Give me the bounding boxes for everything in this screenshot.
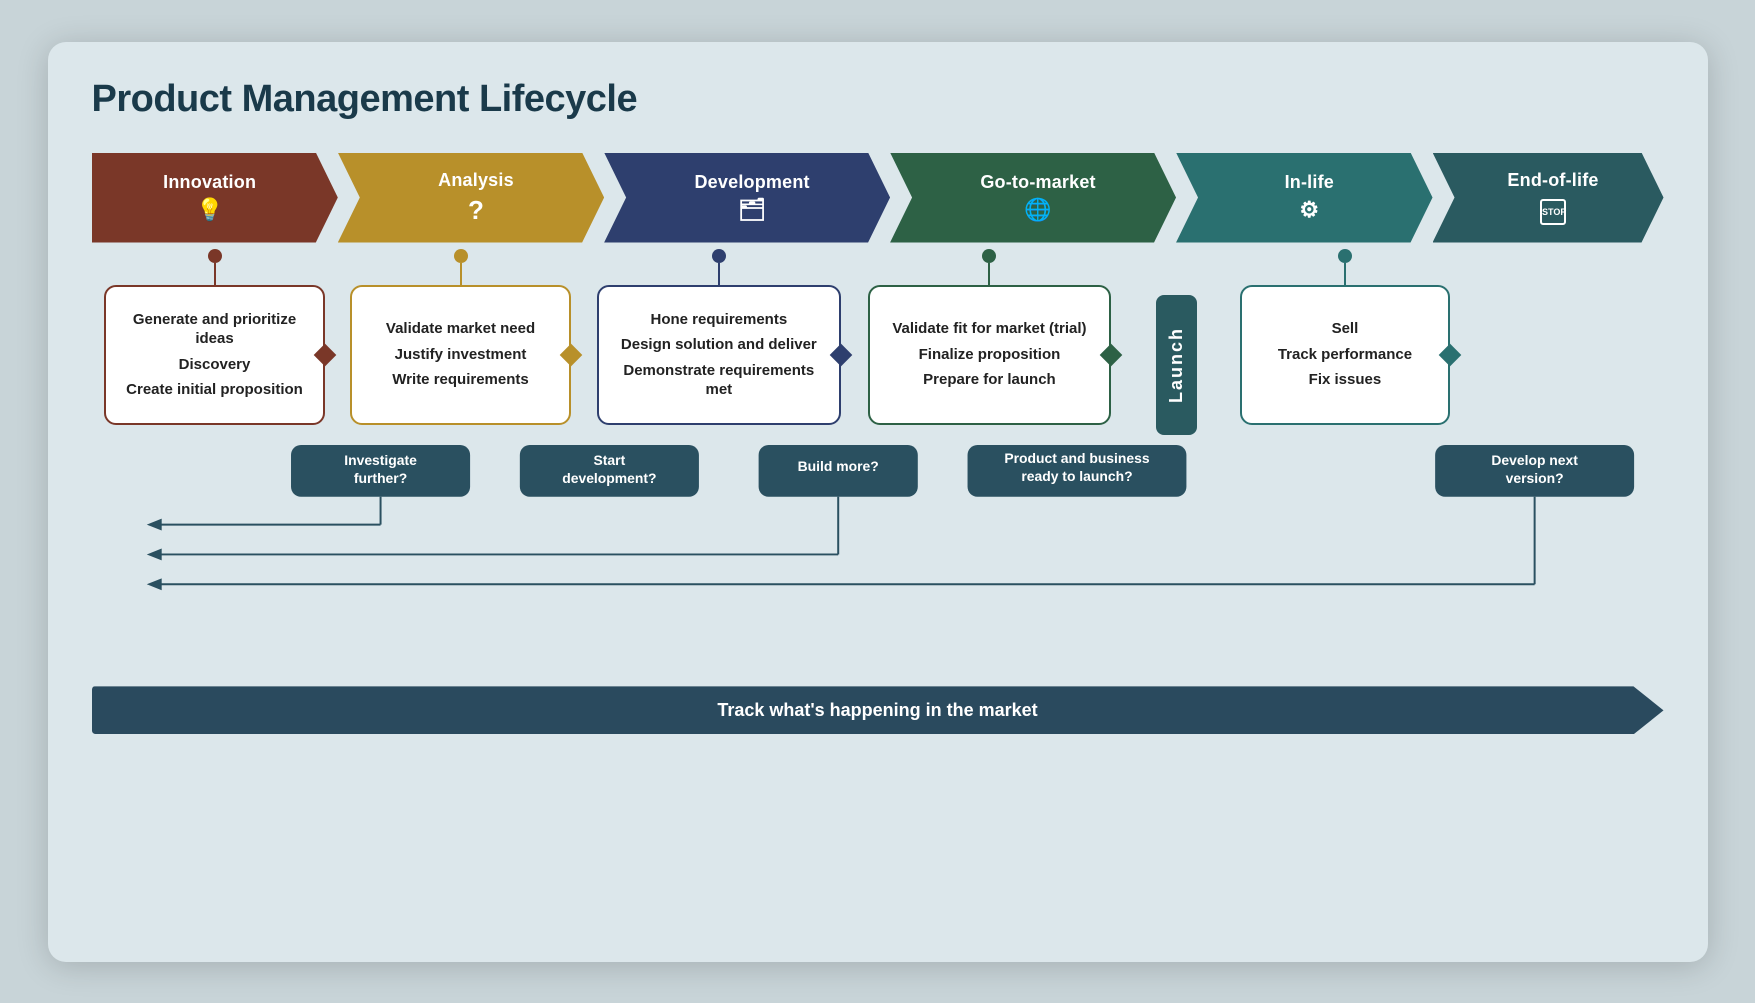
phase-box-gtm: Validate fit for market (trial) Finalize…: [868, 285, 1112, 425]
dev-item-2: Design solution and deliver: [621, 335, 817, 355]
arrow-inlife: In-life ⚙: [1176, 153, 1433, 243]
diagram-container: Product Management Lifecycle Innovation …: [48, 42, 1708, 962]
innovation-item-3: Create initial proposition: [126, 380, 303, 400]
development-icon: 🗂: [738, 197, 766, 223]
svg-text:Product and business: Product and business: [1004, 449, 1150, 465]
analysis-item-1: Validate market need: [386, 319, 535, 339]
gtm-line: [988, 263, 990, 285]
innovation-line: [214, 263, 216, 285]
svg-text:Develop next: Develop next: [1491, 451, 1578, 467]
arrow-innovation-label: Innovation: [163, 172, 256, 193]
innovation-connector: [208, 239, 222, 285]
analysis-dot: [454, 249, 468, 263]
phase-col-launch: Launch: [1125, 239, 1228, 435]
inlife-item-1: Sell: [1332, 319, 1359, 339]
arrow-analysis-label: Analysis: [438, 170, 514, 191]
arrow-development: Development 🗂: [604, 153, 890, 243]
inlife-icon: ⚙: [1299, 197, 1319, 223]
gtm-item-2: Finalize proposition: [919, 345, 1061, 365]
gtm-dot: [982, 249, 996, 263]
gtm-connector: [982, 239, 996, 285]
inlife-dot: [1338, 249, 1352, 263]
page-title: Product Management Lifecycle: [92, 78, 1664, 121]
analysis-connector: [454, 239, 468, 285]
phase-box-innovation: Generate and prioritize ideas Discovery …: [104, 285, 325, 425]
dev-item-3: Demonstrate requirements met: [615, 361, 823, 400]
phases-arrow-row: Innovation 💡 Analysis ? Development 🗂 Go…: [92, 153, 1664, 243]
innovation-dot: [208, 249, 222, 263]
gtm-icon: 🌐: [1024, 197, 1051, 223]
innovation-icon: 💡: [196, 197, 223, 223]
innovation-diamond: [314, 343, 337, 366]
track-market-row: Track what's happening in the market: [92, 686, 1664, 734]
svg-text:ready to launch?: ready to launch?: [1021, 467, 1132, 483]
development-connector: [712, 239, 726, 285]
phase-col-development: Hone requirements Design solution and de…: [584, 239, 855, 435]
analysis-item-3: Write requirements: [392, 370, 528, 390]
feedback-svg: Investigate further? Start development? …: [92, 445, 1664, 664]
development-dot: [712, 249, 726, 263]
phases-boxes-row: Generate and prioritize ideas Discovery …: [92, 239, 1664, 435]
phase-box-inlife: Sell Track performance Fix issues: [1240, 285, 1450, 425]
stop-icon: STOP: [1540, 199, 1566, 225]
analysis-line: [460, 263, 462, 285]
inlife-line: [1344, 263, 1346, 285]
development-line: [718, 263, 720, 285]
arrow-development-label: Development: [694, 172, 809, 193]
phase-col-innovation: Generate and prioritize ideas Discovery …: [92, 239, 338, 435]
inlife-item-3: Fix issues: [1309, 370, 1382, 390]
development-diamond: [829, 343, 852, 366]
phase-col-analysis: Validate market need Justify investment …: [338, 239, 584, 435]
arrow-eol: End-of-life STOP: [1433, 153, 1664, 243]
svg-text:Build more?: Build more?: [797, 457, 878, 473]
arrow-analysis: Analysis ?: [338, 153, 604, 243]
phase-col-eol: [1462, 239, 1664, 435]
analysis-item-2: Justify investment: [395, 345, 527, 365]
inlife-diamond: [1439, 343, 1462, 366]
track-market-label: Track what's happening in the market: [717, 700, 1037, 721]
analysis-icon: ?: [468, 195, 484, 226]
phase-box-development: Hone requirements Design solution and de…: [597, 285, 841, 425]
svg-text:version?: version?: [1505, 469, 1563, 485]
gtm-item-3: Prepare for launch: [923, 370, 1056, 390]
svg-text:Investigate: Investigate: [344, 451, 417, 467]
svg-text:further?: further?: [353, 469, 406, 485]
svg-text:Start: Start: [593, 451, 625, 467]
arrow-gtm-label: Go-to-market: [980, 172, 1095, 193]
eol-icon: STOP: [1540, 195, 1566, 225]
inlife-connector: [1338, 239, 1352, 285]
innovation-item-2: Discovery: [179, 355, 251, 375]
innovation-item-1: Generate and prioritize ideas: [122, 310, 307, 349]
arrow-inlife-label: In-life: [1285, 172, 1334, 193]
dev-item-1: Hone requirements: [650, 310, 787, 330]
phase-col-gtm: Validate fit for market (trial) Finalize…: [854, 239, 1125, 435]
track-market-arrow: Track what's happening in the market: [92, 686, 1664, 734]
arrow-innovation: Innovation 💡: [92, 153, 338, 243]
arrow-gtm: Go-to-market 🌐: [890, 153, 1176, 243]
inlife-item-2: Track performance: [1278, 345, 1412, 365]
arrow-eol-label: End-of-life: [1507, 170, 1598, 191]
gtm-item-1: Validate fit for market (trial): [892, 319, 1086, 339]
svg-text:development?: development?: [562, 469, 656, 485]
phase-box-analysis: Validate market need Justify investment …: [350, 285, 571, 425]
analysis-diamond: [560, 343, 583, 366]
gtm-diamond: [1100, 343, 1123, 366]
launch-box: Launch: [1156, 295, 1197, 435]
phase-col-inlife: Sell Track performance Fix issues: [1228, 239, 1462, 435]
